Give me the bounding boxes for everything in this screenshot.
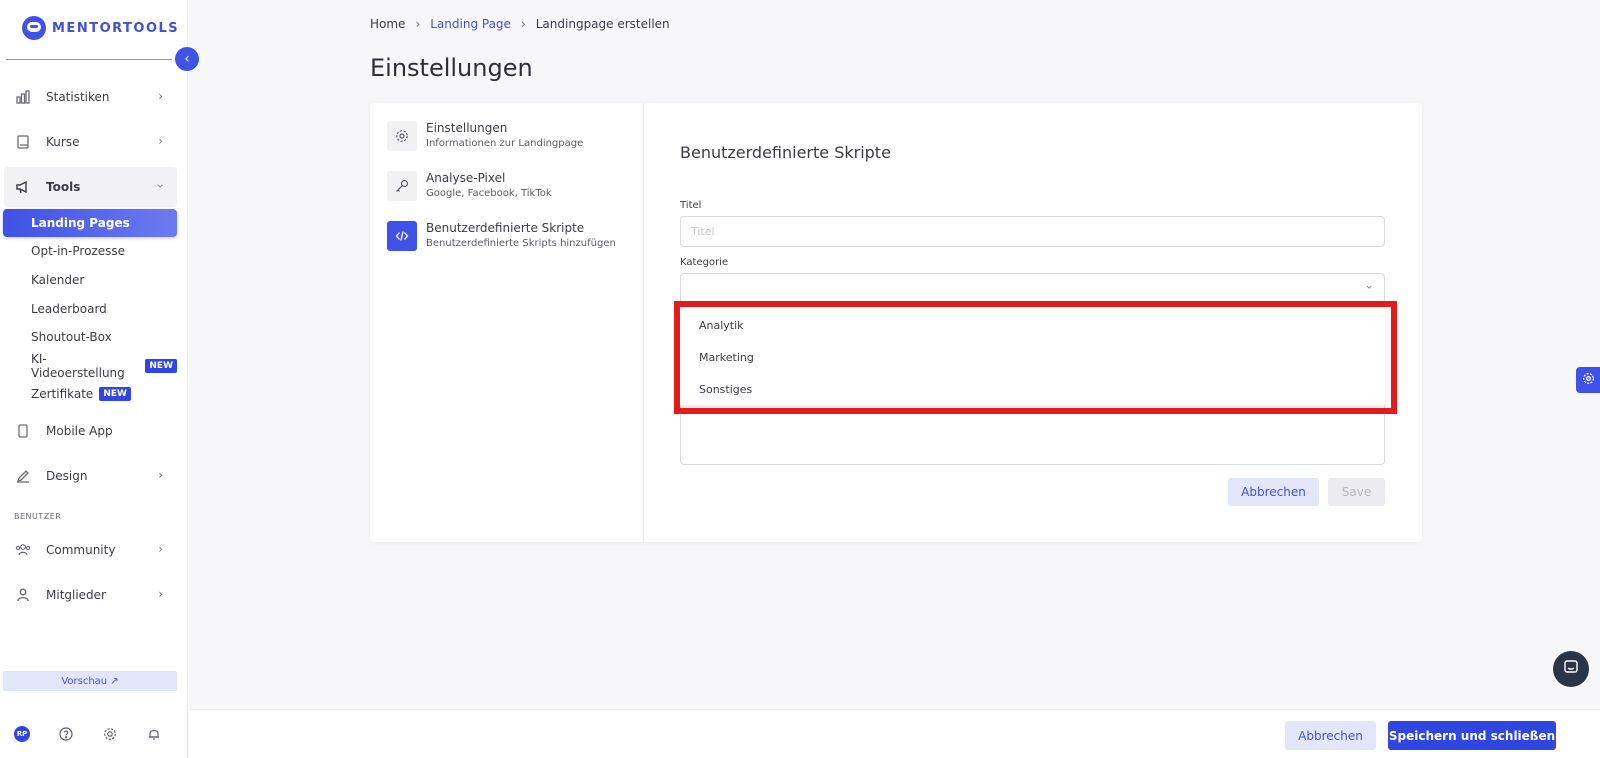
sidebar-subitem-shoutout-box[interactable]: Shoutout-Box xyxy=(3,323,177,351)
people-icon xyxy=(14,541,32,559)
sidebar-subitem-ki-videoerstellung[interactable]: KI-Videoerstellung NEW xyxy=(3,352,177,380)
brand-name: MENTORTOOLS xyxy=(52,20,180,36)
settings-menu-subtitle: Benutzerdefinierte Skripts hinzufügen xyxy=(426,238,616,249)
section-label-benutzer: BENUTZER xyxy=(14,512,62,521)
sidebar-subitem-zertifikate[interactable]: Zertifikate NEW xyxy=(3,380,177,408)
bar-chart-icon xyxy=(14,88,32,106)
code-icon xyxy=(387,221,417,251)
sidebar-item-statistiken[interactable]: Statistiken › xyxy=(4,77,177,117)
sidebar-item-label: Kurse xyxy=(46,135,80,149)
script-textarea[interactable] xyxy=(680,403,1385,465)
pencil-icon xyxy=(14,467,32,485)
settings-menu: Einstellungen Informationen zur Landingp… xyxy=(370,103,644,542)
breadcrumb-current: Landingpage erstellen xyxy=(535,17,670,31)
chevron-right-icon: › xyxy=(158,134,163,148)
sidebar-item-mobile-app[interactable]: Mobile App xyxy=(4,411,177,451)
collapse-sidebar-button[interactable]: ‹ xyxy=(175,47,199,71)
book-icon xyxy=(14,133,32,151)
footer-cancel-button[interactable]: Abbrechen xyxy=(1285,721,1376,750)
sidebar-subitem-opt-in-prozesse[interactable]: Opt-in-Prozesse xyxy=(3,237,177,265)
mentortools-logo-icon xyxy=(22,16,46,40)
sidebar-item-kurse[interactable]: Kurse › xyxy=(4,122,177,162)
new-badge: NEW xyxy=(145,359,177,373)
sidebar-item-community[interactable]: Community › xyxy=(4,530,177,570)
settings-menu-analyse-pixel[interactable]: Analyse-Pixel Google, Facebook, TikTok xyxy=(387,171,637,211)
sidebar-item-label: Mobile App xyxy=(46,424,113,438)
settings-menu-title: Einstellungen xyxy=(426,121,508,135)
sidebar-divider xyxy=(6,59,172,60)
save-and-close-button[interactable]: Speichern und schließen xyxy=(1388,721,1556,750)
chevron-right-icon: › xyxy=(158,587,163,601)
preview-button[interactable]: Vorschau ↗ xyxy=(3,671,177,691)
sidebar-footer: RP xyxy=(14,726,162,742)
page-title: Einstellungen xyxy=(370,54,533,82)
sidebar-subitem-kalender[interactable]: Kalender xyxy=(3,266,177,294)
sidebar-subitem-label: Zertifikate xyxy=(31,387,94,401)
sidebar-subitem-leaderboard[interactable]: Leaderboard xyxy=(3,295,177,323)
key-icon xyxy=(387,171,417,201)
form-cancel-button[interactable]: Abbrechen xyxy=(1228,478,1319,506)
category-option-sonstiges[interactable]: Sonstiges xyxy=(699,383,752,396)
chevron-right-icon: › xyxy=(520,17,526,31)
settings-tab-button[interactable] xyxy=(1576,367,1600,393)
gear-icon[interactable] xyxy=(102,726,118,742)
sidebar-subitem-label: Leaderboard xyxy=(31,302,107,316)
chevron-down-icon: › xyxy=(1362,284,1377,290)
sidebar-subitem-label: Opt-in-Prozesse xyxy=(31,244,125,258)
bell-icon[interactable] xyxy=(146,726,162,742)
sidebar-subitem-label: Landing Pages xyxy=(31,216,130,230)
category-dropdown: Analytik Marketing Sonstiges xyxy=(680,303,1385,405)
sidebar-item-label: Community xyxy=(46,543,116,557)
chevron-right-icon: › xyxy=(158,468,163,482)
gear-icon xyxy=(387,121,417,151)
breadcrumb-home[interactable]: Home xyxy=(370,17,405,31)
form-save-button[interactable]: Save xyxy=(1328,478,1385,506)
chevron-right-icon: › xyxy=(158,542,163,556)
sidebar-item-label: Statistiken xyxy=(46,90,110,104)
avatar[interactable]: RP xyxy=(14,726,30,742)
chevron-left-icon: ‹ xyxy=(184,51,190,67)
settings-menu-title: Benutzerdefinierte Skripte xyxy=(426,221,585,235)
chat-icon xyxy=(1563,659,1579,679)
sidebar-item-design[interactable]: Design › xyxy=(4,456,177,496)
settings-menu-einstellungen[interactable]: Einstellungen Informationen zur Landingp… xyxy=(387,121,637,161)
settings-menu-title: Analyse-Pixel xyxy=(426,171,506,185)
settings-menu-subtitle: Informationen zur Landingpage xyxy=(426,138,584,149)
sidebar-item-label: Tools xyxy=(46,180,81,194)
phone-icon xyxy=(14,422,32,440)
chevron-right-icon: › xyxy=(415,17,421,31)
category-select[interactable]: › xyxy=(680,273,1385,304)
sidebar-item-tools[interactable]: Tools › xyxy=(4,167,177,207)
chat-button[interactable] xyxy=(1553,651,1589,687)
sidebar-subitem-landing-pages[interactable]: Landing Pages xyxy=(3,209,177,237)
brand-logo[interactable]: MENTORTOOLS xyxy=(22,16,179,40)
title-input[interactable] xyxy=(680,216,1385,247)
chevron-right-icon: › xyxy=(158,89,163,103)
category-option-marketing[interactable]: Marketing xyxy=(699,351,754,364)
new-badge: NEW xyxy=(99,387,131,401)
settings-menu-benutzerdefinierte-skripte[interactable]: Benutzerdefinierte Skripte Benutzerdefin… xyxy=(387,221,637,261)
user-icon xyxy=(14,586,32,604)
category-option-analytik[interactable]: Analytik xyxy=(699,319,744,332)
sidebar-item-label: Design xyxy=(46,469,88,483)
settings-menu-subtitle: Google, Facebook, TikTok xyxy=(426,188,552,199)
chevron-down-icon: › xyxy=(153,183,168,189)
sidebar: MENTORTOOLS Statistiken › Kurse › Tools … xyxy=(0,0,188,758)
settings-card: Einstellungen Informationen zur Landingp… xyxy=(370,103,1422,542)
section-title: Benutzerdefinierte Skripte xyxy=(680,143,891,162)
megaphone-icon xyxy=(14,178,32,196)
sidebar-subitem-label: Kalender xyxy=(31,273,85,287)
gear-icon xyxy=(1582,372,1595,389)
sidebar-subitem-label: KI-Videoerstellung xyxy=(31,352,125,380)
breadcrumb: Home › Landing Page › Landingpage erstel… xyxy=(370,17,670,31)
title-label: Titel xyxy=(680,200,702,211)
sidebar-item-label: Mitglieder xyxy=(46,588,106,602)
sidebar-item-mitglieder[interactable]: Mitglieder › xyxy=(4,575,177,615)
help-icon[interactable] xyxy=(58,726,74,742)
category-label: Kategorie xyxy=(680,257,729,268)
breadcrumb-landing-page[interactable]: Landing Page xyxy=(430,17,511,31)
sidebar-subitem-label: Shoutout-Box xyxy=(31,330,112,344)
